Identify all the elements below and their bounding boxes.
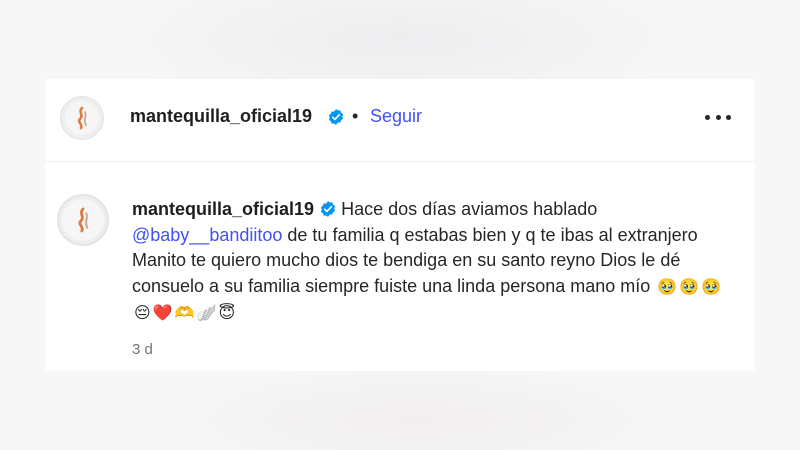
- avatar[interactable]: [60, 96, 104, 140]
- more-dot: [705, 114, 710, 120]
- more-options-icon[interactable]: [705, 107, 731, 127]
- more-dot: [726, 114, 731, 120]
- red-heart-icon: ❤️: [152, 305, 173, 322]
- comment-avatar[interactable]: [57, 194, 109, 246]
- comment-text: mantequilla_oficial19 Hace dos días avia…: [132, 197, 732, 327]
- avatar-image: [65, 101, 99, 135]
- more-dot: [715, 114, 721, 120]
- pleading-face-icon: 🥹: [701, 278, 722, 296]
- post-username[interactable]: mantequilla_oficial19: [130, 106, 312, 127]
- mention-link[interactable]: @baby__bandiitoo: [132, 225, 282, 245]
- heart-hands-icon: 🫶: [174, 305, 195, 322]
- follow-button[interactable]: Seguir: [370, 106, 422, 127]
- separator-dot: •: [352, 106, 359, 126]
- wing-icon: 🪽: [196, 305, 217, 322]
- pensive-face-icon: 😔: [134, 305, 151, 322]
- verified-badge-icon: [328, 109, 344, 125]
- avatar-figure-icon: [77, 106, 87, 130]
- comment-body-start: Hace dos días aviamos hablado: [341, 199, 598, 219]
- halo-face-icon: 😇: [218, 305, 236, 322]
- pleading-face-icon: 🥹: [679, 278, 700, 296]
- pleading-face-icon: 🥹: [657, 278, 678, 296]
- comment-username[interactable]: mantequilla_oficial19: [132, 199, 314, 219]
- verified-badge-icon: [321, 201, 336, 217]
- avatar-image: [62, 199, 104, 241]
- instagram-post-card: mantequilla_oficial19 • Seguir mantequil…: [45, 79, 755, 371]
- post-header: mantequilla_oficial19 • Seguir: [45, 79, 755, 162]
- comment-timestamp[interactable]: 3 d: [132, 341, 153, 358]
- avatar-figure-icon: [78, 207, 89, 233]
